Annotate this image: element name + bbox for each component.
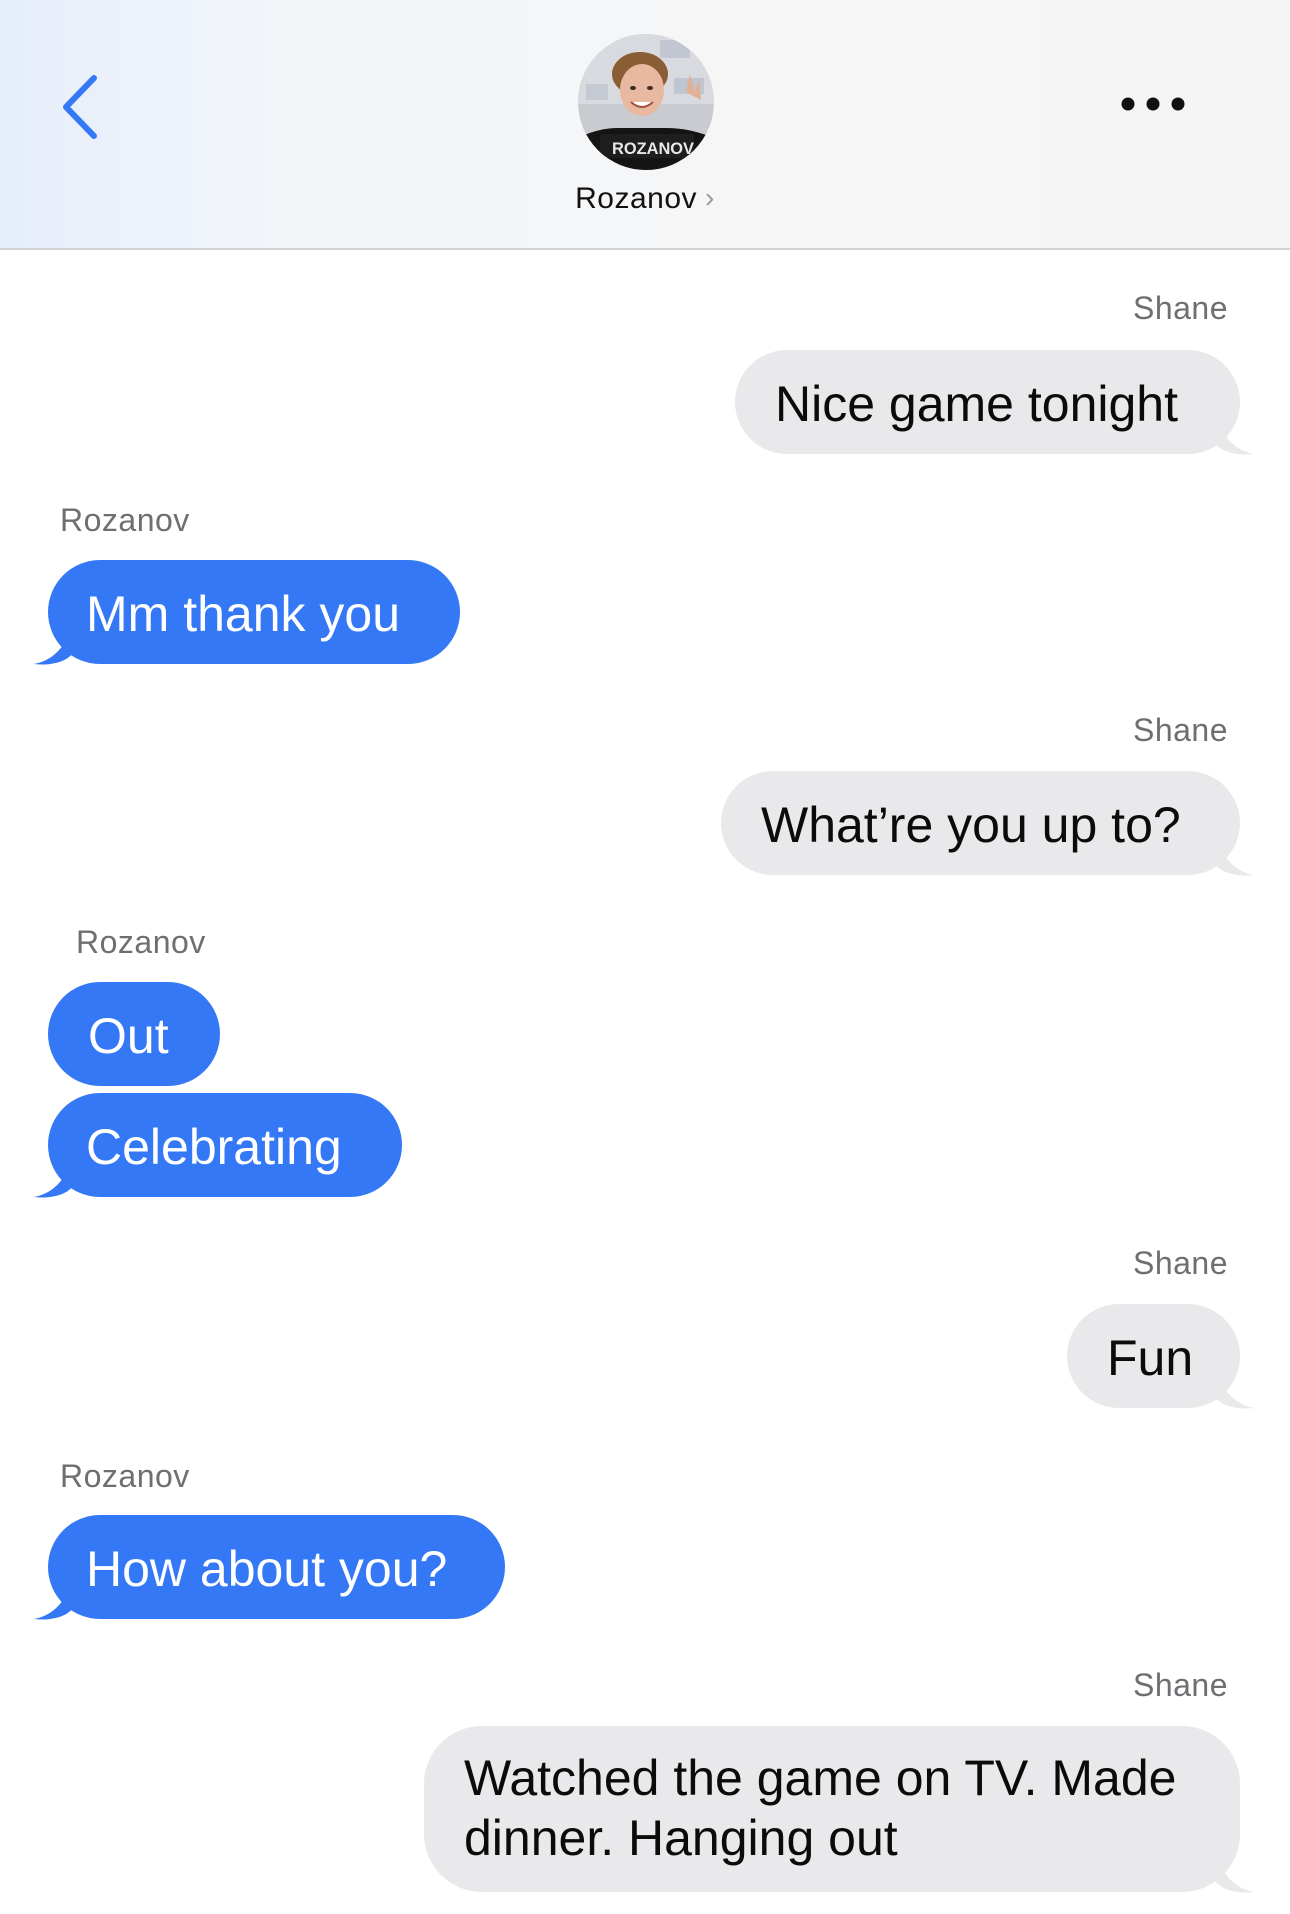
sender-label: Shane	[1132, 712, 1228, 748]
chevron-left-icon	[63, 75, 97, 139]
sender-label: Rozanov	[76, 924, 206, 960]
message-bubble-outgoing[interactable]: Watched the game on TV. Made dinner. Han…	[424, 1726, 1240, 1892]
bubble-tail	[34, 624, 72, 665]
message-text: Out	[88, 1008, 169, 1064]
message-bubble-incoming[interactable]: How about you?	[48, 1515, 505, 1619]
contact-name-button[interactable]: Rozanov ›	[0, 182, 1290, 216]
message-bubble-incoming[interactable]: Celebrating	[48, 1093, 402, 1197]
bubble-tail	[1216, 414, 1254, 455]
sender-label: Rozanov	[60, 1458, 190, 1494]
bubble-tail	[1216, 835, 1254, 876]
message-text: Mm thank you	[86, 586, 401, 642]
more-options-button[interactable]	[1118, 90, 1188, 118]
avatar-jersey-text: ROZANOV	[612, 139, 695, 158]
message-bubble-outgoing[interactable]: Fun	[1067, 1304, 1240, 1408]
conversation-header: ROZANOV Rozanov ›	[0, 0, 1290, 250]
ellipsis-icon	[1121, 97, 1185, 111]
message-text: dinner. Hanging out	[464, 1810, 898, 1866]
bubble-tail	[1216, 1368, 1254, 1409]
back-button[interactable]	[58, 72, 108, 142]
contact-avatar[interactable]: ROZANOV	[578, 34, 714, 170]
sender-label: Shane	[1132, 1245, 1228, 1281]
chevron-right-icon: ›	[705, 182, 715, 213]
message-text: What’re you up to?	[761, 797, 1181, 853]
bubble-tail	[1216, 1852, 1254, 1893]
bubble-tail	[34, 1157, 72, 1198]
message-bubble-incoming[interactable]: Out	[48, 982, 220, 1086]
message-bubble-outgoing[interactable]: What’re you up to?	[721, 771, 1240, 875]
message-text: Nice game tonight	[775, 376, 1179, 432]
sender-label: Rozanov	[60, 502, 190, 538]
sender-label: Shane	[1132, 1667, 1228, 1703]
bubble-tail	[34, 1579, 72, 1620]
message-bubble-incoming[interactable]: Mm thank you	[48, 560, 460, 664]
message-bubble-outgoing[interactable]: Nice game tonight	[735, 350, 1240, 454]
message-text: Celebrating	[86, 1119, 342, 1175]
message-text: How about you?	[86, 1541, 448, 1597]
contact-name: Rozanov	[575, 182, 698, 215]
sender-label: Shane	[1132, 290, 1228, 326]
message-text: Watched the game on TV. Made	[464, 1750, 1177, 1806]
